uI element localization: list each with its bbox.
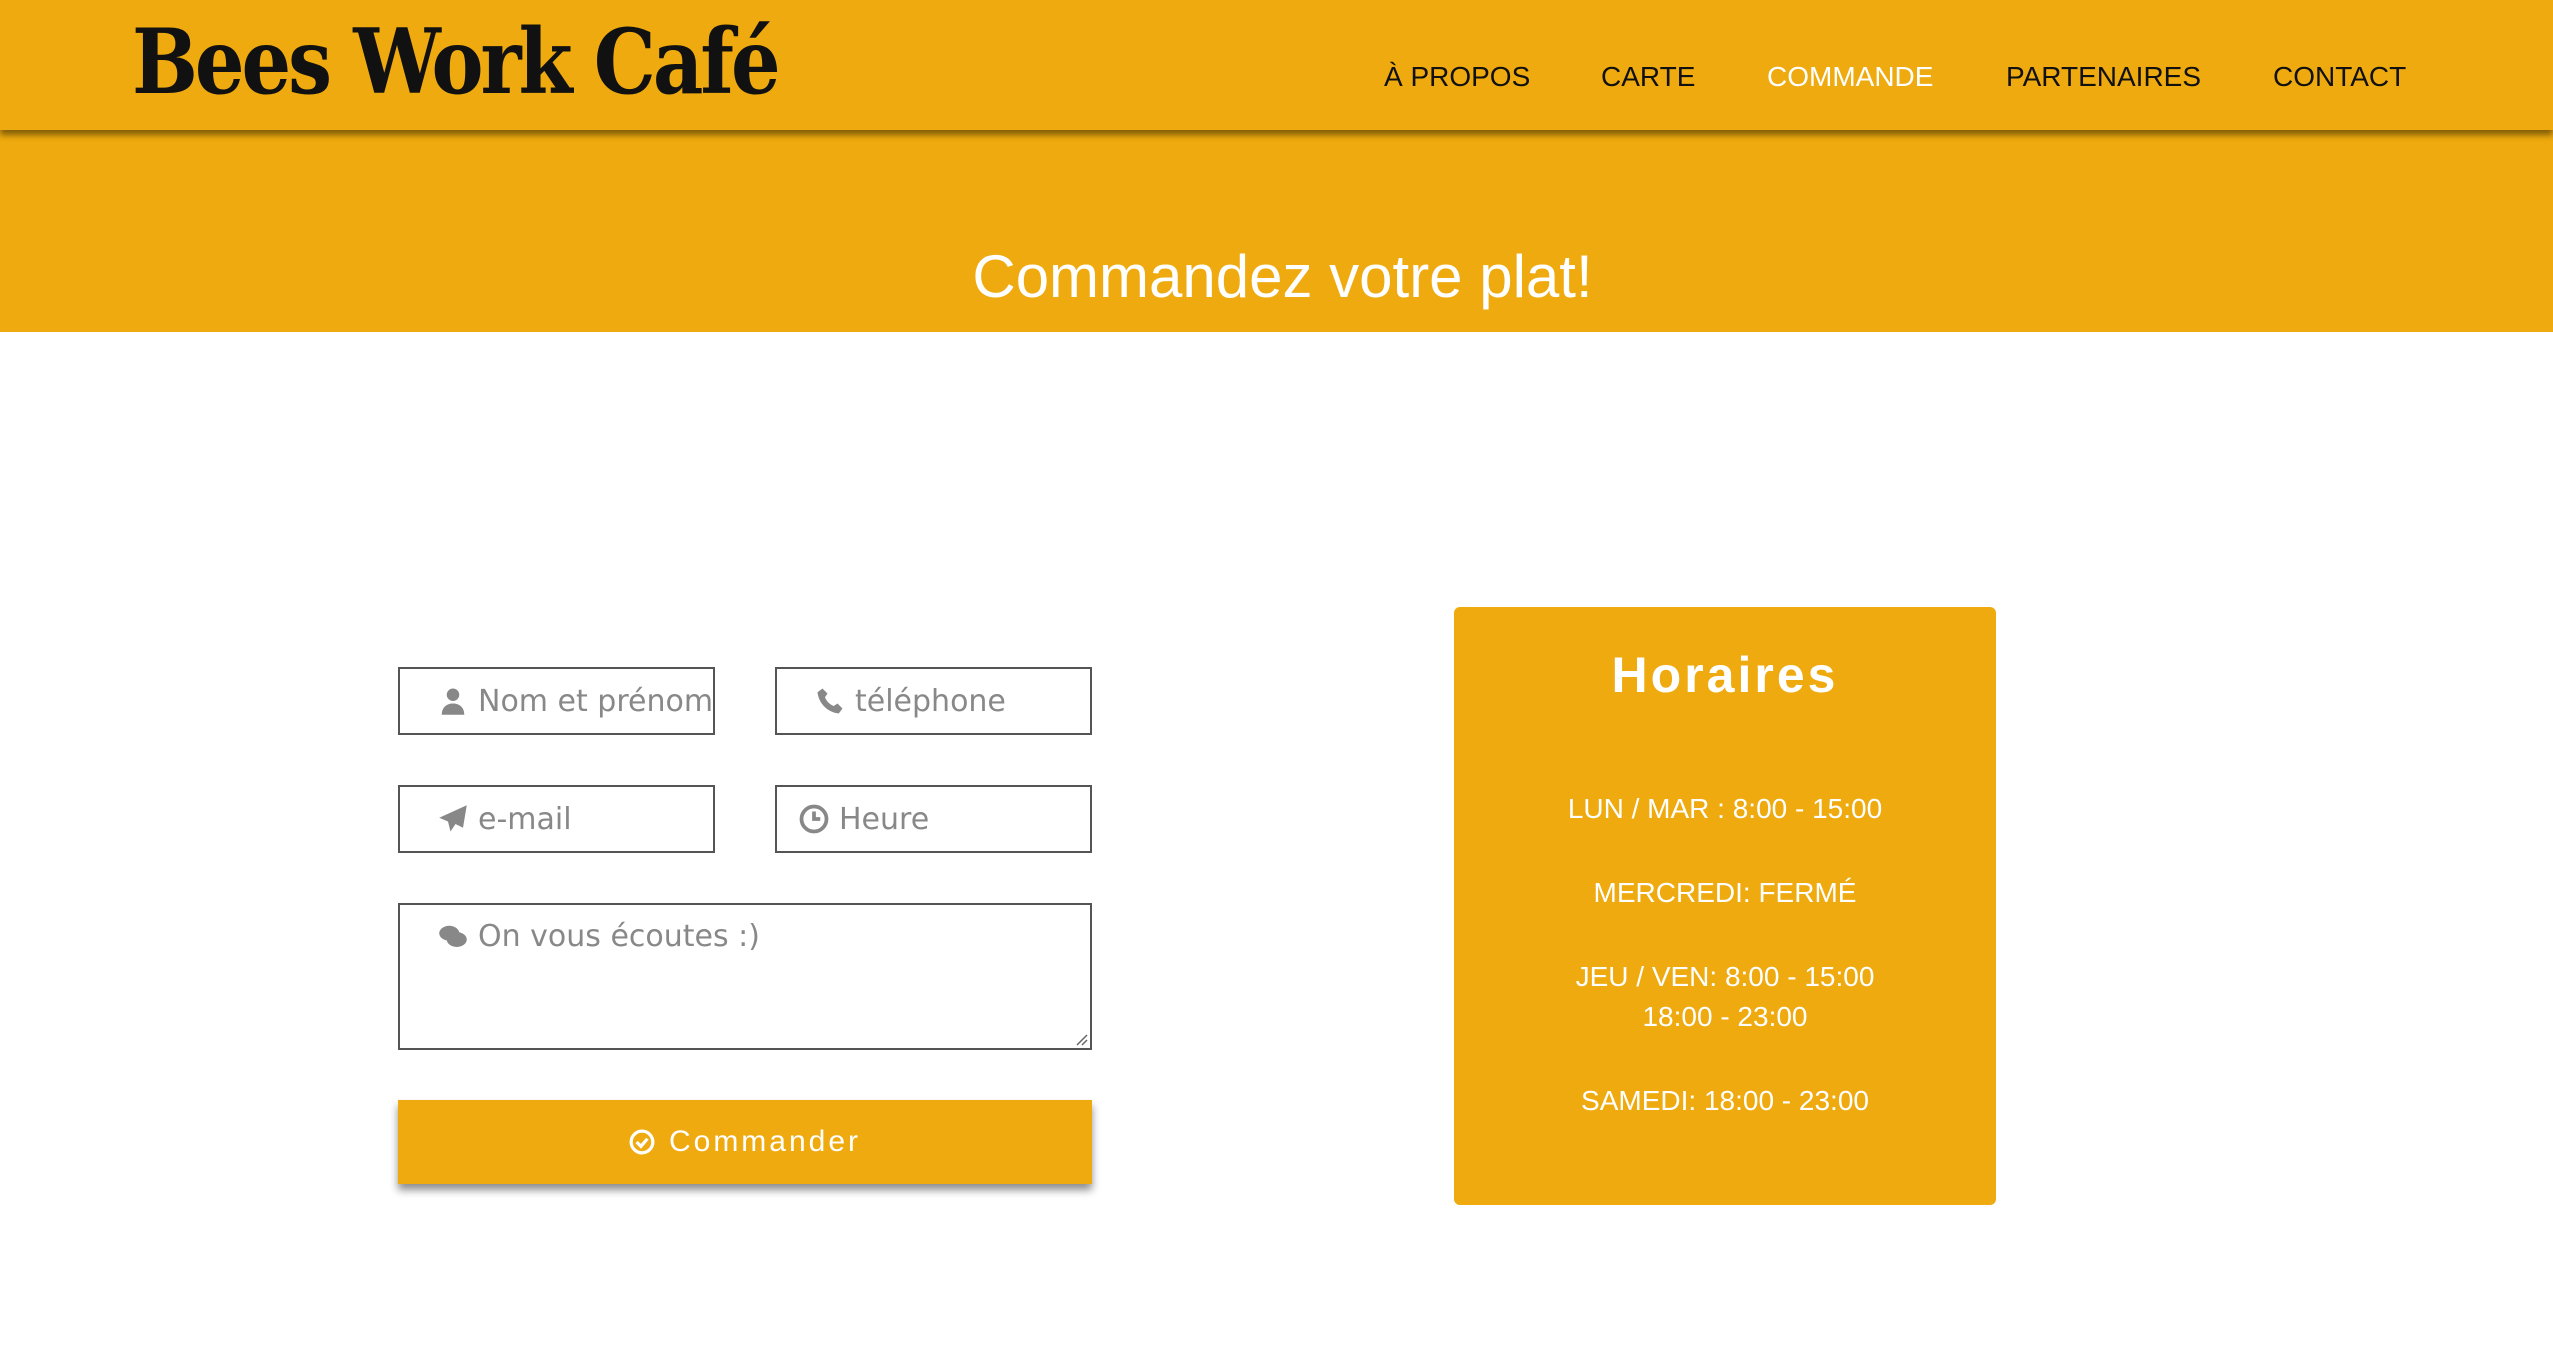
hours-line: MERCREDI: FERMÉ: [1593, 877, 1857, 908]
nav-item-a-propos[interactable]: À PROPOS: [1384, 57, 1530, 97]
hours-line: JEU / VEN: 8:00 - 15:00: [1575, 961, 1875, 992]
nav-item-contact[interactable]: CONTACT: [2273, 57, 2406, 97]
name-field[interactable]: [398, 667, 715, 735]
nav-item-commande[interactable]: COMMANDE: [1767, 57, 1933, 97]
nav-item-carte[interactable]: CARTE: [1601, 57, 1695, 97]
resize-grip-icon[interactable]: [1074, 1032, 1088, 1046]
check-circle-icon: [629, 1129, 669, 1155]
hours-title: Horaires: [1611, 647, 1839, 703]
hours-card: Horaires LUN / MAR : 8:00 - 15:00 MERCRE…: [1454, 607, 1996, 1205]
time-input[interactable]: [839, 801, 1090, 837]
nav-item-partenaires[interactable]: PARTENAIRES: [2006, 57, 2201, 97]
comments-icon: [438, 922, 468, 952]
hours-line: 18:00 - 23:00: [1642, 1001, 1808, 1032]
hero-banner: Commandez votre plat!: [0, 130, 2553, 332]
message-field[interactable]: [398, 903, 1092, 1050]
phone-input[interactable]: [855, 683, 1090, 719]
order-button[interactable]: Commander: [398, 1100, 1092, 1184]
phone-field[interactable]: [775, 667, 1092, 735]
navbar: Bees Work Café À PROPOS CARTE COMMANDE P…: [0, 0, 2553, 130]
nav-menu: À PROPOS CARTE COMMANDE PARTENAIRES CONT…: [0, 57, 2553, 97]
name-input[interactable]: [478, 683, 713, 719]
hours-line: SAMEDI: 18:00 - 23:00: [1581, 1085, 1869, 1116]
email-field[interactable]: [398, 785, 715, 853]
email-input[interactable]: [478, 801, 713, 837]
message-input[interactable]: [478, 917, 1090, 1048]
time-field[interactable]: [775, 785, 1092, 853]
page-title: Commandez votre plat!: [972, 243, 1593, 310]
hours-line: LUN / MAR : 8:00 - 15:00: [1567, 793, 1883, 824]
phone-icon: [815, 686, 845, 716]
user-icon: [438, 686, 468, 716]
order-button-label: Commander: [668, 1125, 862, 1158]
paper-plane-icon: [438, 804, 468, 834]
clock-icon: [799, 804, 829, 834]
